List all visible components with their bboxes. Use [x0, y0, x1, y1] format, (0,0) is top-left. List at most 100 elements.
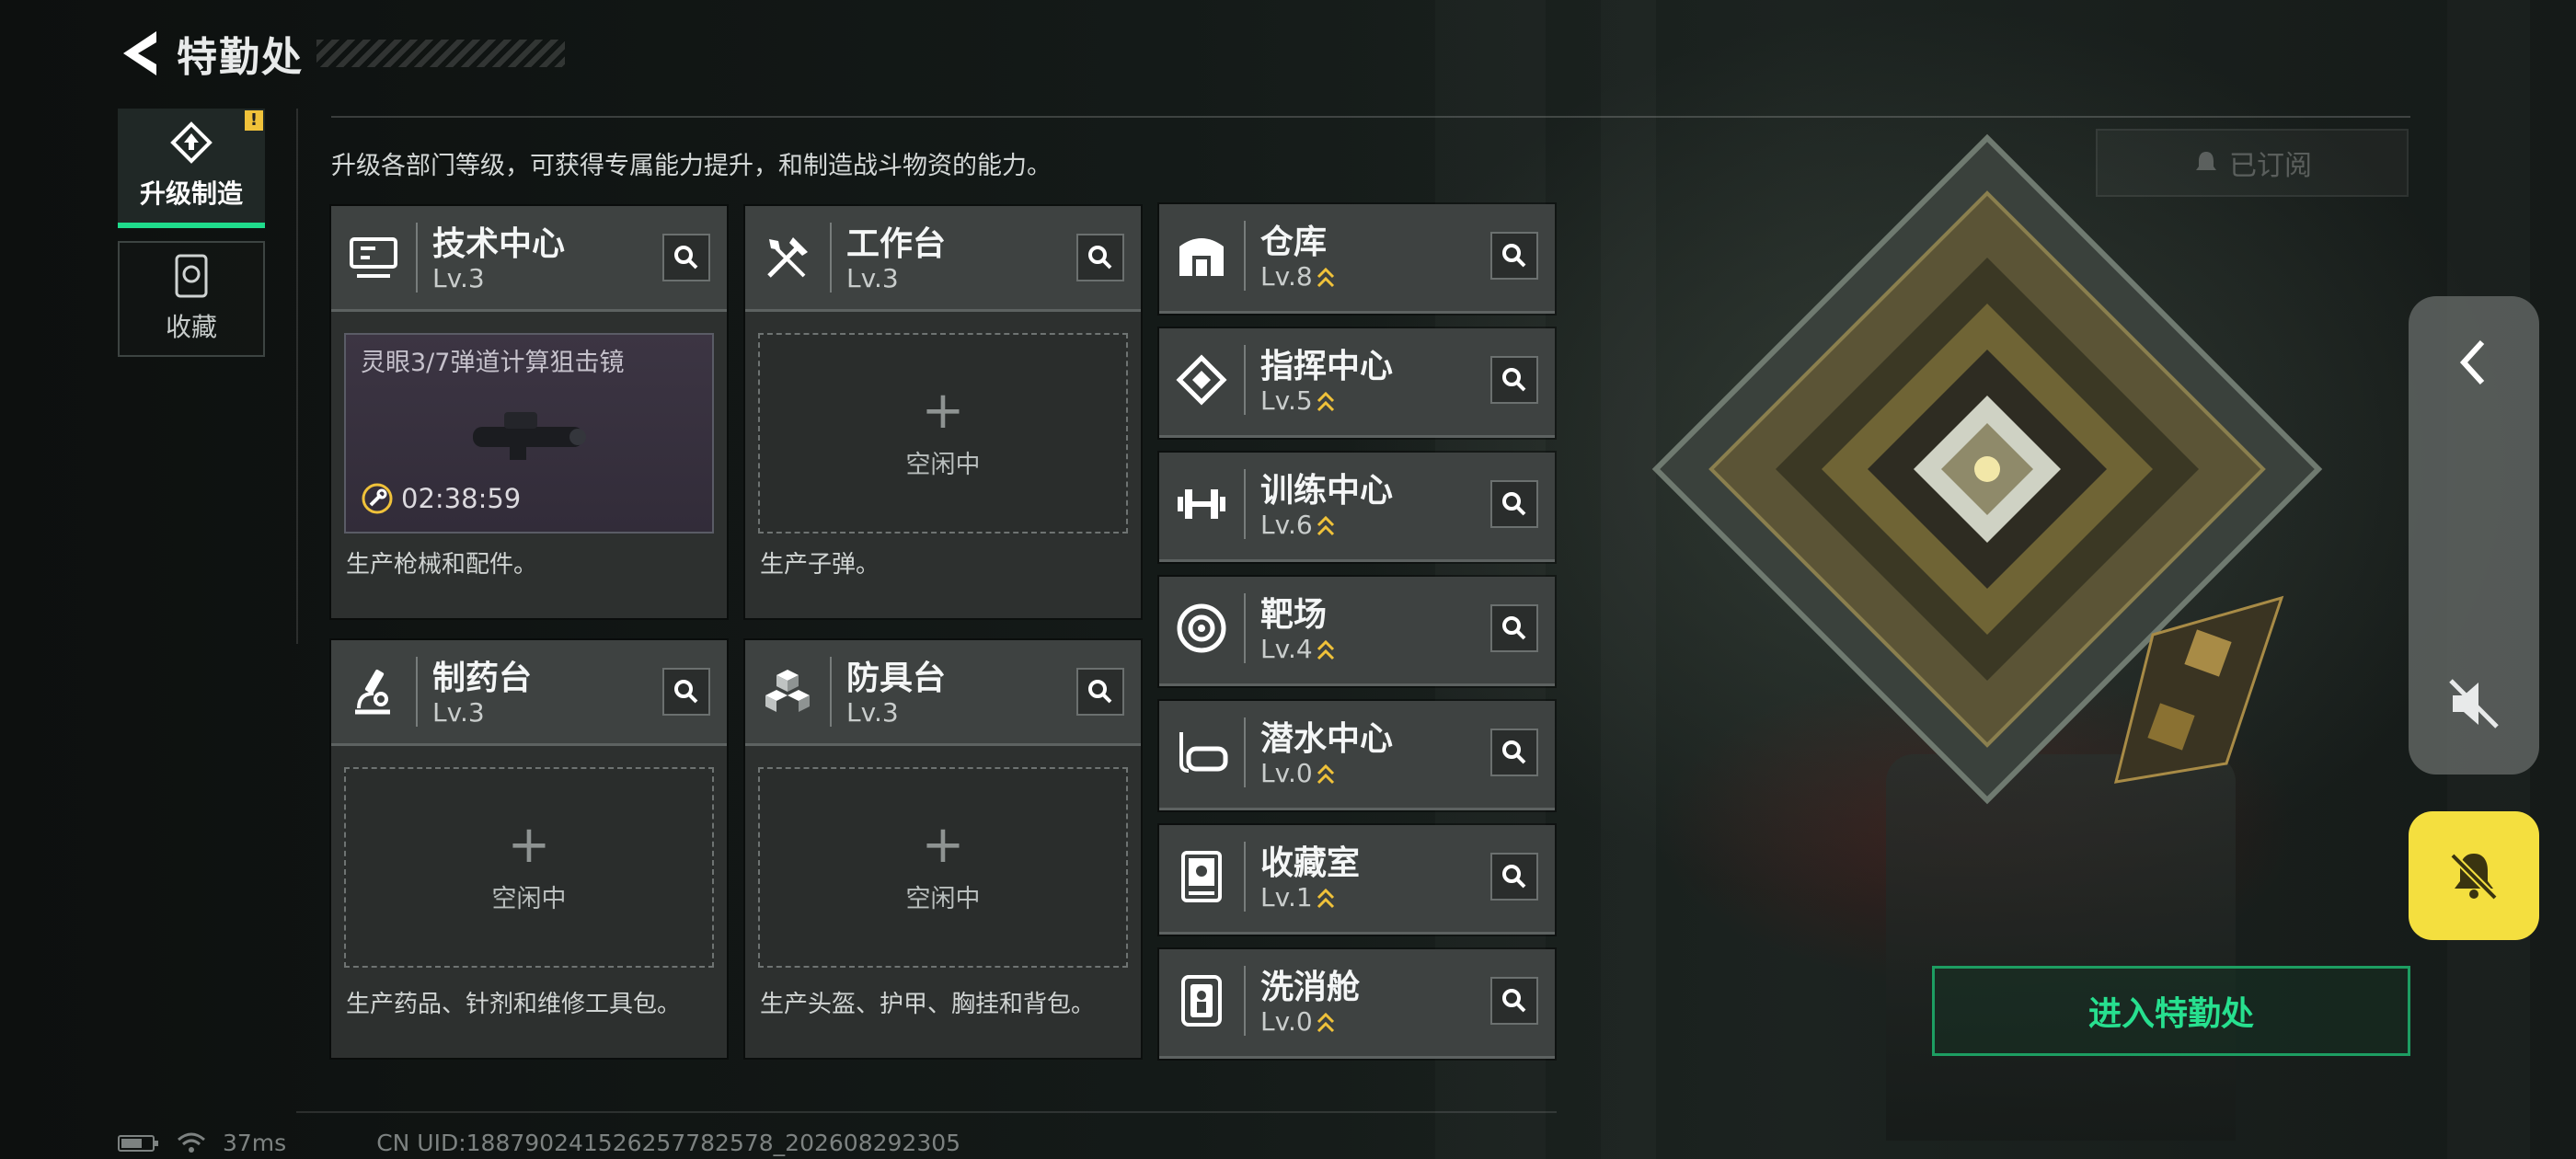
- search-icon: [1502, 616, 1526, 640]
- station-card-armor-bench: 防具台 Lv.3 + 空闲中 生产头盔、护甲、胸挂和背包。: [745, 640, 1141, 1058]
- search-button[interactable]: [1076, 668, 1124, 716]
- add-icon: +: [921, 380, 965, 441]
- search-button[interactable]: [1490, 729, 1538, 776]
- production-slot-empty[interactable]: + 空闲中: [758, 767, 1128, 968]
- facility-level-wrap: Lv.8: [1260, 261, 1335, 292]
- tab-collection[interactable]: 收藏: [118, 241, 265, 357]
- facility-level-wrap: Lv.0: [1260, 1006, 1335, 1037]
- production-slot-empty[interactable]: + 空闲中: [758, 333, 1128, 534]
- search-button[interactable]: [1490, 977, 1538, 1025]
- facility-row-shooting-range[interactable]: 靶场 Lv.4: [1159, 577, 1555, 686]
- search-button[interactable]: [1490, 232, 1538, 280]
- add-icon: +: [507, 814, 551, 875]
- station-header: 制药台 Lv.3: [331, 640, 727, 746]
- page-title: 特勤处: [177, 34, 304, 81]
- mute-icon[interactable]: [2444, 673, 2504, 734]
- level-up-arrow-icon: [1317, 391, 1334, 412]
- divider: [1244, 717, 1246, 787]
- page-header: 特勤处: [118, 26, 565, 81]
- station-level: Lv.3: [432, 697, 485, 728]
- station-description: 生产枪械和配件。: [346, 551, 538, 579]
- facility-row-warehouse[interactable]: 仓库 Lv.8: [1159, 204, 1555, 314]
- armor-boxes-icon: [765, 670, 810, 712]
- notification-mute-button[interactable]: [2409, 811, 2539, 940]
- uid-text: CN UID:18879024152625778257​8_2026082923…: [376, 1130, 961, 1156]
- facility-name: 靶场: [1260, 596, 1328, 634]
- facility-row-decontamination-pod[interactable]: 洗消舱 Lv.0: [1159, 949, 1555, 1059]
- idle-label: 空闲中: [491, 884, 567, 913]
- divider: [1244, 469, 1246, 539]
- bell-off-icon: [2450, 853, 2498, 901]
- target-icon: [1177, 603, 1226, 653]
- facility-row-command-center[interactable]: 指挥中心 Lv.5: [1159, 328, 1555, 438]
- facility-level: Lv.0: [1260, 758, 1313, 788]
- search-icon: [674, 246, 698, 270]
- production-slot-empty[interactable]: + 空闲中: [344, 767, 714, 968]
- facility-name: 收藏室: [1260, 844, 1361, 882]
- search-button[interactable]: [1490, 604, 1538, 652]
- chevron-left-icon[interactable]: [2449, 331, 2497, 394]
- bell-icon: [2196, 152, 2216, 170]
- station-name: 制药台: [432, 660, 533, 697]
- facility-name: 洗消舱: [1260, 969, 1361, 1006]
- search-icon: [1502, 740, 1526, 764]
- divider: [416, 657, 418, 727]
- crafting-item-name: 灵眼3/7弹道计算狙击镜: [361, 349, 625, 377]
- facility-level: Lv.0: [1260, 1006, 1313, 1037]
- production-slot-busy[interactable]: 灵眼3/7弹道计算狙击镜 02:38:59: [344, 333, 714, 534]
- level-up-arrow-icon: [1317, 267, 1334, 288]
- tab-label: 升级制造: [139, 178, 243, 209]
- search-button[interactable]: [1076, 234, 1124, 281]
- facility-row-collection-room[interactable]: 收藏室 Lv.1: [1159, 825, 1555, 935]
- facility-row-training-center[interactable]: 训练中心 Lv.6: [1159, 453, 1555, 562]
- facility-level-wrap: Lv.0: [1260, 758, 1335, 788]
- dumbbell-icon: [1178, 489, 1225, 519]
- wifi-icon: [178, 1132, 205, 1153]
- battery-icon: [118, 1134, 158, 1152]
- idle-label: 空闲中: [905, 884, 981, 913]
- station-name: 技术中心: [432, 225, 566, 263]
- decon-pod-icon: [1181, 975, 1222, 1027]
- tab-label: 收藏: [165, 312, 217, 342]
- divider: [296, 109, 298, 644]
- search-button[interactable]: [1490, 356, 1538, 404]
- collection-icon: [175, 254, 208, 298]
- station-header: 技术中心 Lv.3: [331, 206, 727, 312]
- station-description: 生产药品、针剂和维修工具包。: [346, 991, 682, 1018]
- facility-level: Lv.4: [1260, 634, 1313, 664]
- divider: [1244, 593, 1246, 663]
- divider: [1244, 966, 1246, 1036]
- station-level: Lv.3: [846, 697, 899, 728]
- search-button[interactable]: [1490, 480, 1538, 528]
- search-icon: [1502, 989, 1526, 1013]
- back-arrow-icon[interactable]: [118, 28, 164, 79]
- search-button[interactable]: [1490, 853, 1538, 901]
- cube-structure-image: [1651, 133, 2323, 805]
- facility-level: Lv.6: [1260, 510, 1313, 540]
- station-header: 工作台 Lv.3: [745, 206, 1141, 312]
- add-icon: +: [921, 814, 965, 875]
- facility-row-diving-center[interactable]: 潜水中心 Lv.0: [1159, 701, 1555, 810]
- search-button[interactable]: [662, 668, 710, 716]
- search-icon: [1088, 680, 1112, 704]
- tools-icon: [767, 237, 808, 278]
- wrench-timer-icon: [362, 483, 393, 514]
- level-up-arrow-icon: [1317, 763, 1334, 785]
- tab-upgrade-craft[interactable]: ! 升级制造: [118, 109, 265, 228]
- search-icon: [1502, 244, 1526, 268]
- facility-level: Lv.5: [1260, 385, 1313, 416]
- station-name: 工作台: [846, 225, 947, 263]
- station-body: + 空闲中 生产子弹。: [745, 315, 1141, 618]
- search-button[interactable]: [662, 234, 710, 281]
- search-icon: [1502, 492, 1526, 516]
- level-up-arrow-icon: [1317, 515, 1334, 536]
- divider: [416, 223, 418, 293]
- enter-special-ops-button[interactable]: 进入特勤处: [1932, 966, 2410, 1056]
- alert-badge: !: [245, 110, 263, 131]
- facility-name: 训练中心: [1260, 472, 1394, 510]
- facility-level-wrap: Lv.5: [1260, 385, 1335, 416]
- status-bar: 37ms CN UID:18879024152625778257​8_20260…: [118, 1130, 960, 1156]
- subscribed-button[interactable]: 已订阅: [2096, 129, 2409, 197]
- facility-level-wrap: Lv.1: [1260, 882, 1335, 912]
- intro-text: 升级各部门等级，可获得专属能力提升，和制造战斗物资的能力。: [331, 152, 1052, 180]
